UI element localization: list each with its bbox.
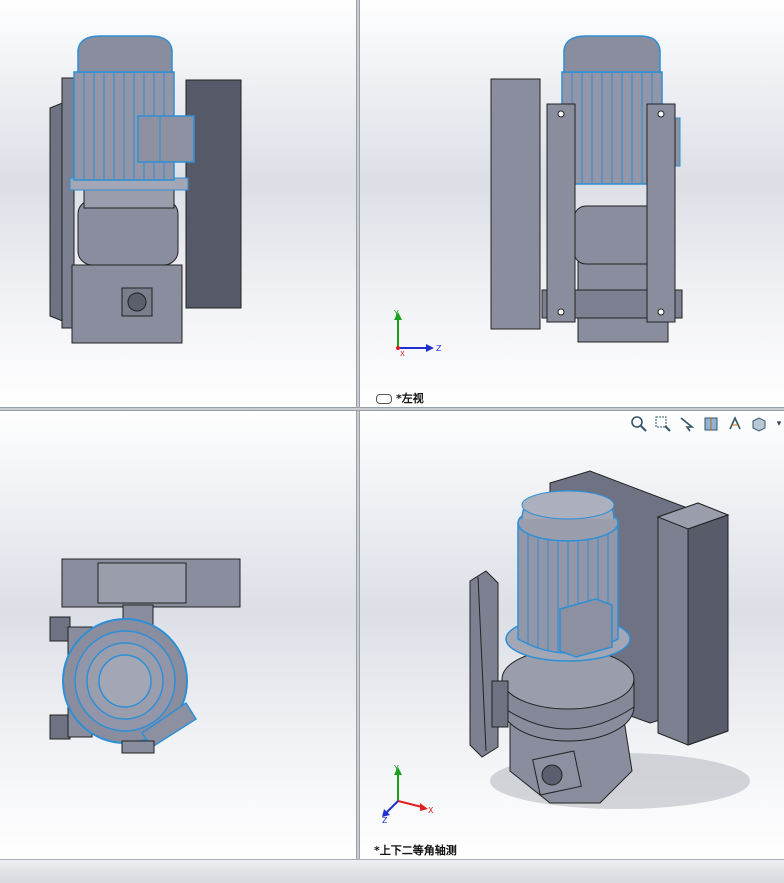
viewport-top-view[interactable] <box>0 411 356 859</box>
view-orientation-label-iso: *上下二等角轴测 <box>374 844 457 857</box>
viewport-front[interactable] <box>0 0 356 407</box>
viewport-isometric[interactable]: ▾ Y X Z *上下二等角轴测 <box>360 411 784 859</box>
triad-y-label: Y <box>393 309 399 318</box>
viewport-splitter-vertical[interactable] <box>356 0 360 859</box>
axis-triad-iso: Y X Z <box>382 764 434 823</box>
triad-x-label: X <box>400 350 405 358</box>
triad-iso-x-label: X <box>428 806 434 815</box>
viewport-splitter-horizontal[interactable] <box>0 407 784 411</box>
status-bar <box>0 859 784 883</box>
link-view-icon[interactable] <box>376 394 392 404</box>
viewport-left-view[interactable]: Y Z X *左视 <box>360 0 784 407</box>
triad-z-label: Z <box>436 344 442 353</box>
axis-triad: Y Z X <box>393 309 442 358</box>
triad-iso-y-label: Y <box>393 764 399 773</box>
view-orientation-label: *左视 <box>396 392 424 405</box>
triad-iso-z-label: Z <box>382 816 388 823</box>
front-view-model <box>49 35 242 344</box>
top-view-model <box>49 558 241 754</box>
